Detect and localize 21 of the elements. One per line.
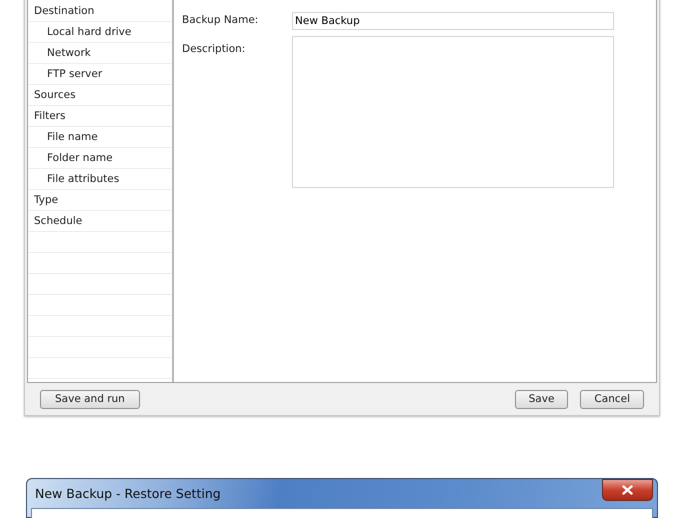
sidebar-item[interactable]: FTP server (28, 64, 172, 85)
close-icon (622, 484, 633, 494)
window-title: New Backup - Restore Setting (34, 486, 222, 501)
cancel-button[interactable]: Cancel (580, 390, 644, 408)
sidebar-item[interactable]: Destination (28, 1, 172, 22)
sidebar-item[interactable]: Type (28, 190, 172, 211)
sidebar-item[interactable]: Schedule (28, 211, 172, 232)
backup-name-field[interactable]: New Backup (292, 12, 614, 30)
sidebar-item[interactable]: Folder name (28, 148, 172, 169)
backup-name-label: Backup Name: (182, 13, 260, 26)
sidebar-item[interactable]: Local hard drive (28, 22, 172, 43)
sidebar-item[interactable]: File attributes (28, 169, 172, 190)
sidebar-item[interactable]: Filters (28, 106, 172, 127)
sidebar-item[interactable]: File name (28, 127, 172, 148)
sidebar-item[interactable]: Sources (28, 85, 172, 106)
description-field[interactable] (292, 36, 614, 188)
description-label: Description: (182, 42, 246, 55)
sidebar-item[interactable]: Network (28, 43, 172, 64)
save-and-run-button[interactable]: Save and run (40, 390, 140, 408)
close-button[interactable] (602, 478, 653, 500)
save-button[interactable]: Save (514, 390, 568, 408)
